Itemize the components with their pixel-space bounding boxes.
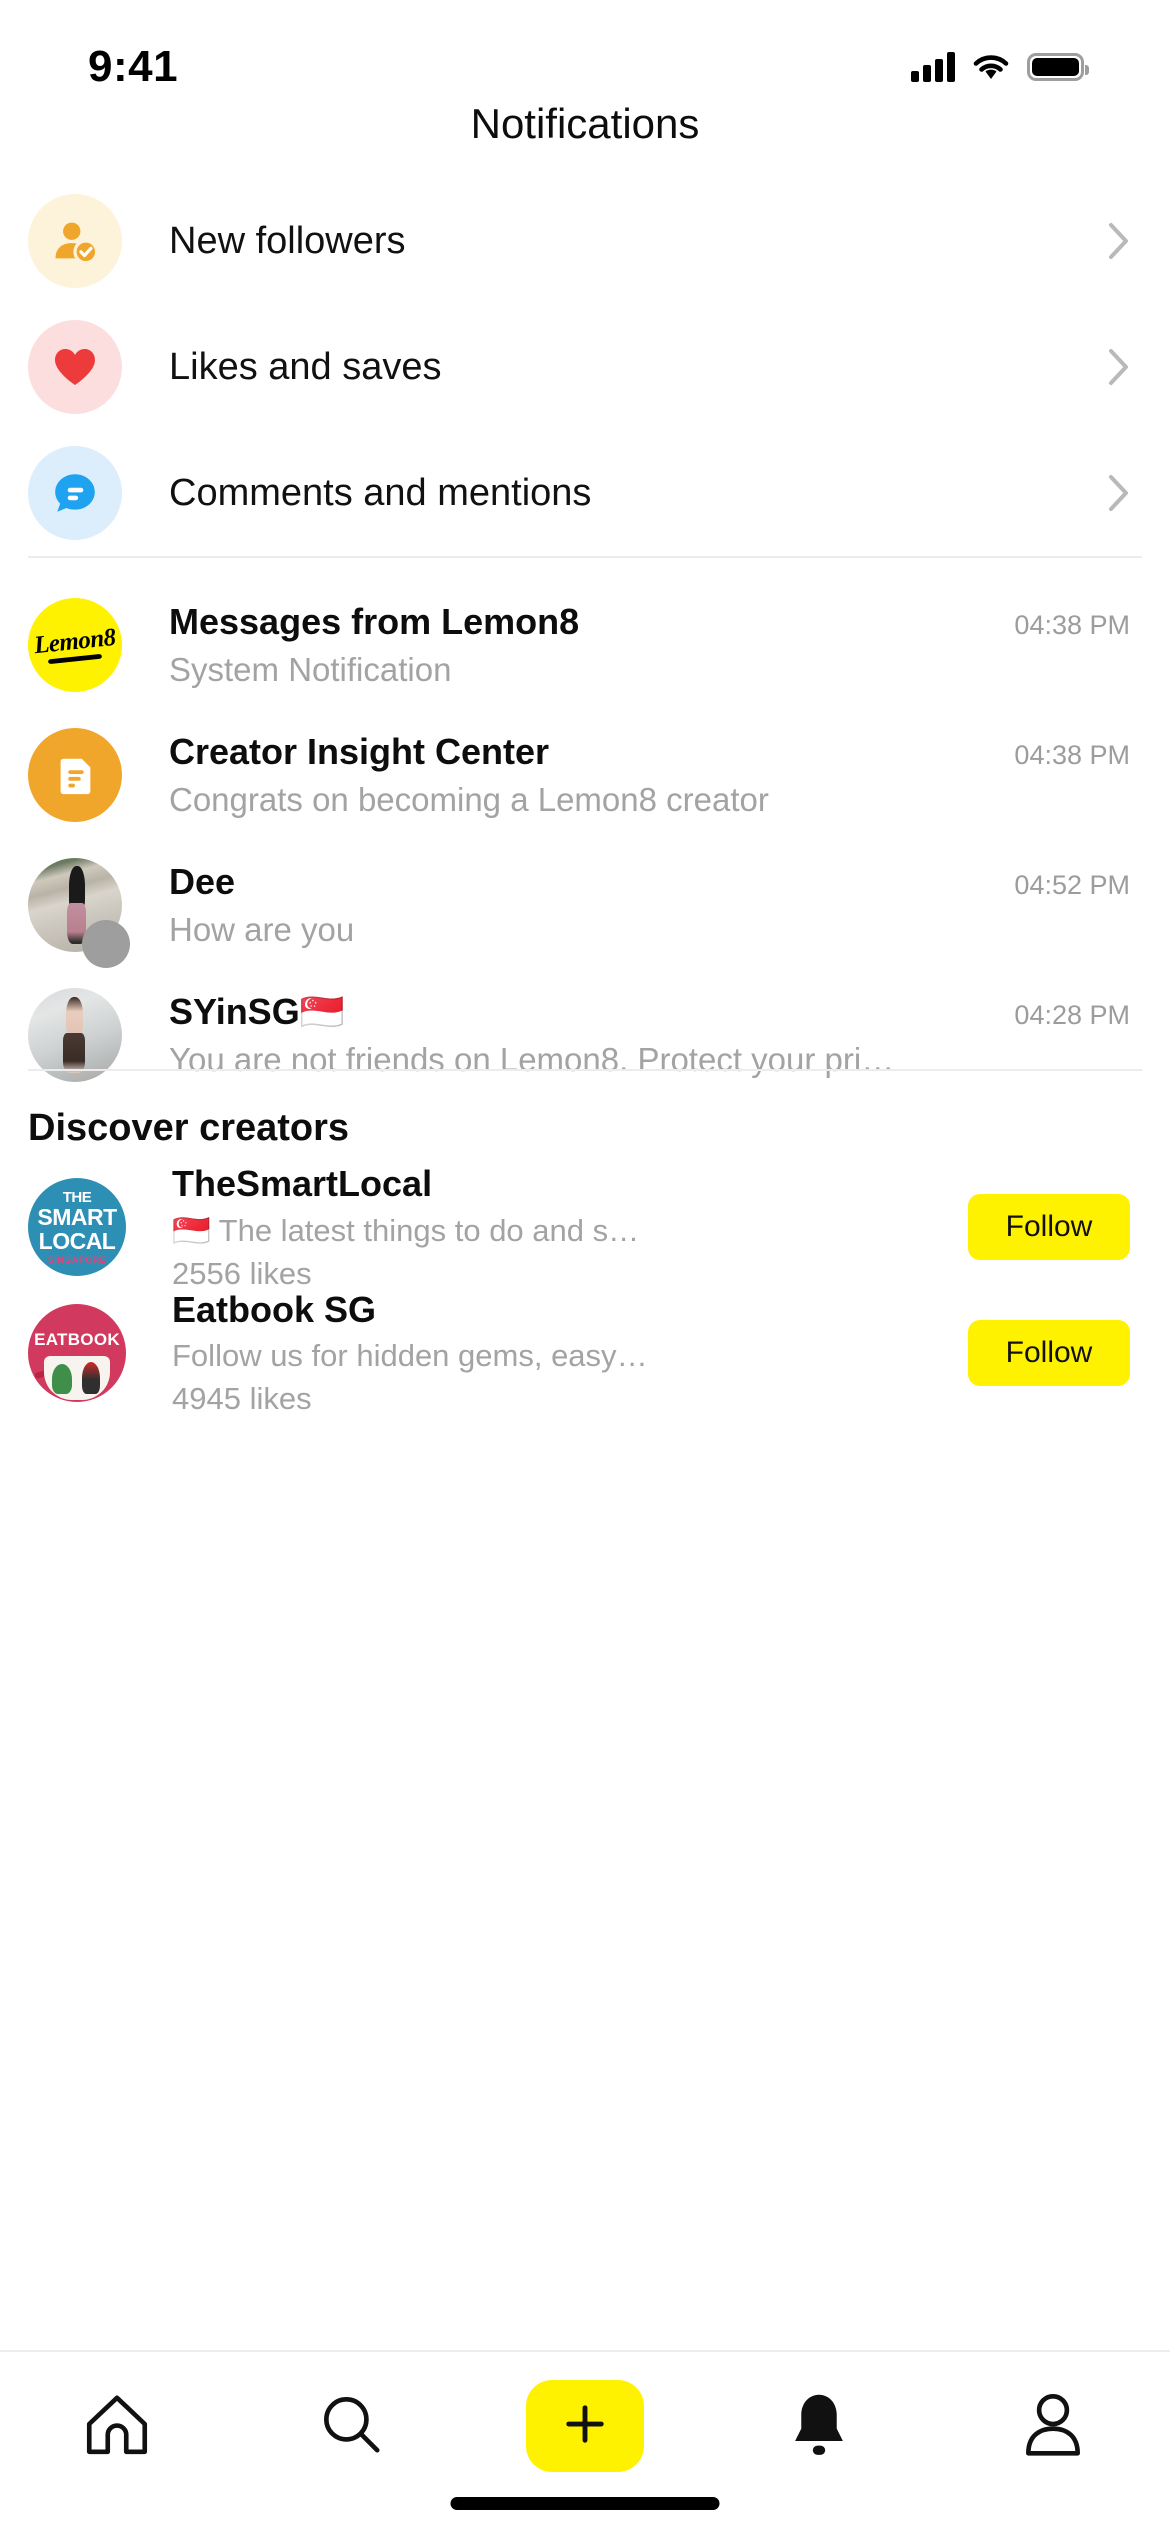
- message-preview: How are you: [169, 911, 355, 948]
- creator-body: TheSmartLocal 🇸🇬 The latest things to do…: [172, 1163, 968, 1292]
- logo-line-4: SINGAPORE: [47, 1254, 107, 1265]
- message-list: Lemon8 Messages from Lemon8 04:38 PM Sys…: [0, 580, 1170, 1100]
- chevron-right-icon: [1108, 474, 1130, 512]
- message-header: Creator Insight Center 04:38 PM: [169, 731, 1130, 773]
- avatar: [28, 988, 122, 1082]
- message-sender-name: Creator Insight Center: [169, 731, 550, 772]
- sidebar-item-label: Comments and mentions: [169, 471, 592, 514]
- logo-line-1: THE: [62, 1188, 92, 1206]
- sidebar-item-likes-and-saves[interactable]: Likes and saves: [0, 304, 1170, 430]
- message-preview: System Notification: [169, 651, 452, 688]
- message-header: Dee 04:52 PM: [169, 861, 1130, 903]
- creator-insight-document-icon: [28, 728, 122, 822]
- avatar: Lemon8: [28, 598, 122, 692]
- list-item[interactable]: EATBOOK Eatbook SG Follow us for hidden …: [0, 1278, 1170, 1428]
- message-sender-name: SYinSG🇸🇬: [169, 991, 345, 1032]
- thesmartlocal-logo: THE SMART LOCAL SINGAPORE: [28, 1178, 126, 1276]
- creator-description: 🇸🇬 The latest things to do and see i…: [172, 1212, 652, 1248]
- message-sender-name: Dee: [169, 861, 236, 902]
- message-header: SYinSG🇸🇬 04:28 PM: [169, 991, 1130, 1033]
- message-body: Dee 04:52 PM How are you: [169, 861, 1130, 949]
- message-body: Messages from Lemon8 04:38 PM System Not…: [169, 601, 1130, 689]
- message-preview: Congrats on becoming a Lemon8 creator: [169, 781, 769, 818]
- plus-icon: [559, 2398, 611, 2455]
- message-timestamp: 04:28 PM: [1014, 1000, 1130, 1030]
- status-icons: [911, 52, 1089, 82]
- chevron-right-icon: [1108, 222, 1130, 260]
- avatar: [28, 858, 130, 968]
- creator-name: Eatbook SG: [172, 1289, 377, 1330]
- notification-category-list: New followers Likes and saves Comments a…: [0, 178, 1170, 556]
- plus-button[interactable]: [526, 2380, 644, 2472]
- page-title: Notifications: [470, 100, 700, 147]
- message-body: Creator Insight Center 04:38 PM Congrats…: [169, 731, 1130, 819]
- tab-notifications[interactable]: [702, 2380, 936, 2472]
- sidebar-item-label: New followers: [169, 219, 406, 262]
- creator-likes-count: 4945 likes: [172, 1381, 312, 1416]
- message-timestamp: 04:38 PM: [1014, 610, 1130, 640]
- sidebar-item-new-followers[interactable]: New followers: [0, 178, 1170, 304]
- battery-icon: [1027, 53, 1089, 81]
- list-item[interactable]: Lemon8 Messages from Lemon8 04:38 PM Sys…: [0, 580, 1170, 710]
- section-divider-top: [28, 556, 1142, 558]
- message-header: Messages from Lemon8 04:38 PM: [169, 601, 1130, 643]
- comment-bubble-icon: [28, 446, 122, 540]
- notifications-screen: 9:41 Notifications New followers Likes a…: [0, 0, 1170, 2532]
- profile-icon: [1016, 2387, 1090, 2466]
- avatar: [28, 728, 122, 822]
- section-divider-discover: [28, 1069, 1142, 1071]
- follow-button[interactable]: Follow: [968, 1320, 1130, 1386]
- tab-search[interactable]: [234, 2380, 468, 2472]
- list-item[interactable]: Dee 04:52 PM How are you: [0, 840, 1170, 970]
- sidebar-item-label: Likes and saves: [169, 345, 442, 388]
- heart-icon: [28, 320, 122, 414]
- bell-icon: [782, 2387, 856, 2466]
- creator-body: Eatbook SG Follow us for hidden gems, ea…: [172, 1289, 968, 1417]
- message-preview: You are not friends on Lemon8. Protect y…: [169, 1041, 895, 1078]
- home-icon: [80, 2387, 154, 2466]
- creator-description: Follow us for hidden gems, easy rec…: [172, 1338, 652, 1373]
- discover-creators-heading: Discover creators: [28, 1107, 350, 1149]
- list-item[interactable]: Creator Insight Center 04:38 PM Congrats…: [0, 710, 1170, 840]
- message-body: SYinSG🇸🇬 04:28 PM You are not friends on…: [169, 991, 1130, 1079]
- logo-text: EATBOOK: [34, 1330, 120, 1349]
- new-follower-icon: [28, 194, 122, 288]
- status-badge: [82, 920, 130, 968]
- tab-home[interactable]: [0, 2380, 234, 2472]
- home-indicator: [450, 2497, 720, 2510]
- tab-create[interactable]: [468, 2380, 702, 2472]
- user-photo-syinsg: [28, 988, 122, 1082]
- lemon8-logo-text: Lemon8: [32, 623, 117, 660]
- list-item[interactable]: SYinSG🇸🇬 04:28 PM You are not friends on…: [0, 970, 1170, 1100]
- follow-button[interactable]: Follow: [968, 1194, 1130, 1260]
- logo-line-3: LOCAL: [38, 1227, 116, 1254]
- chevron-right-icon: [1108, 348, 1130, 386]
- logo-line-2: SMART: [37, 1203, 117, 1230]
- cellular-signal-icon: [911, 52, 955, 82]
- status-time: 9:41: [88, 42, 179, 91]
- message-sender-name: Messages from Lemon8: [169, 601, 580, 642]
- tab-profile[interactable]: [936, 2380, 1170, 2472]
- bowl-shape: [44, 1356, 110, 1400]
- message-timestamp: 04:52 PM: [1014, 870, 1130, 900]
- wifi-icon: [971, 52, 1011, 82]
- search-icon: [314, 2387, 388, 2466]
- eatbook-logo: EATBOOK: [28, 1304, 126, 1402]
- sidebar-item-comments-and-mentions[interactable]: Comments and mentions: [0, 430, 1170, 556]
- creator-name: TheSmartLocal: [172, 1162, 433, 1204]
- message-timestamp: 04:38 PM: [1014, 740, 1130, 770]
- lemon8-logo-icon: Lemon8: [28, 598, 122, 692]
